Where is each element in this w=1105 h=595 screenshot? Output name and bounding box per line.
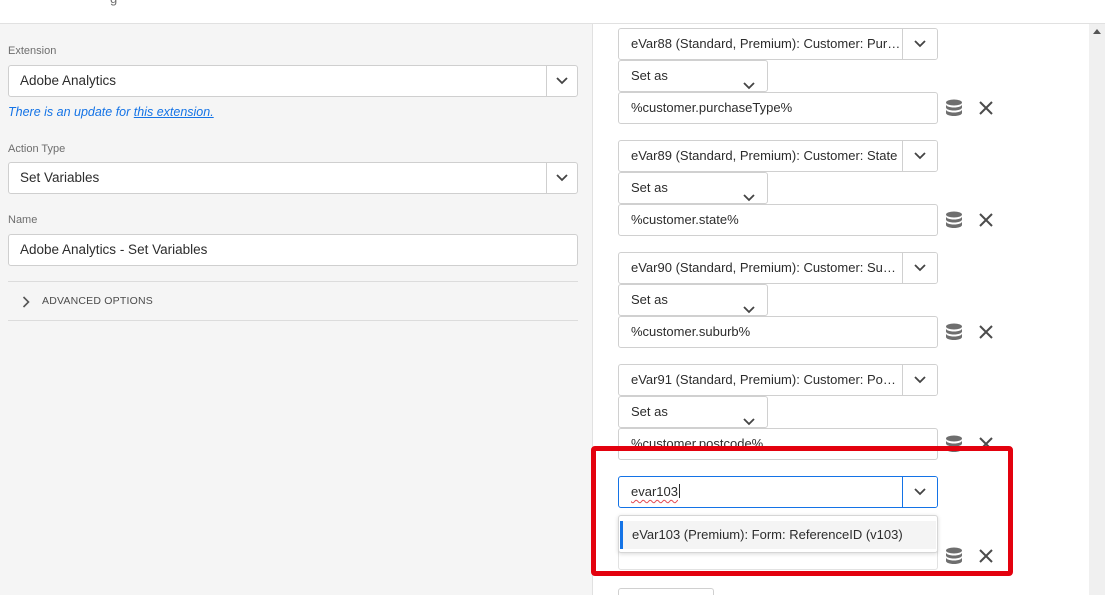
evar-select-value: eVar90 (Standard, Premium): Customer: Su… bbox=[631, 260, 901, 275]
chevron-down-icon[interactable] bbox=[546, 163, 577, 193]
value-input[interactable]: %customer.state% bbox=[618, 204, 938, 236]
evar-search-value: evar103 bbox=[631, 484, 678, 499]
set-as-select[interactable]: Set as bbox=[618, 396, 768, 428]
text-caret bbox=[678, 484, 680, 498]
evar-select-value: eVar91 (Standard, Premium): Customer: Po… bbox=[631, 372, 901, 387]
value-text: %customer.purchaseType% bbox=[631, 100, 793, 115]
close-icon[interactable] bbox=[978, 324, 994, 340]
action-type-label: Action Type bbox=[8, 143, 66, 155]
evar-search-combobox[interactable]: evar103 bbox=[618, 476, 938, 508]
action-type-value: Set Variables bbox=[20, 170, 100, 185]
evar-select[interactable]: eVar91 (Standard, Premium): Customer: Po… bbox=[618, 364, 938, 396]
data-element-icon[interactable] bbox=[945, 99, 963, 117]
evar-select[interactable]: eVar89 (Standard, Premium): Customer: St… bbox=[618, 140, 938, 172]
extension-select[interactable]: Adobe Analytics bbox=[8, 65, 578, 97]
chevron-down-icon[interactable] bbox=[902, 29, 937, 59]
scrollbar[interactable] bbox=[1089, 24, 1105, 595]
data-element-icon[interactable] bbox=[945, 211, 963, 229]
data-element-icon[interactable] bbox=[945, 323, 963, 341]
evar-select[interactable]: eVar90 (Standard, Premium): Customer: Su… bbox=[618, 252, 938, 284]
chevron-right-icon bbox=[22, 295, 30, 313]
chevron-down-icon[interactable] bbox=[902, 253, 937, 283]
chevron-down-icon[interactable] bbox=[546, 66, 577, 96]
set-as-value: Set as bbox=[631, 180, 668, 195]
set-as-select[interactable]: Set as bbox=[618, 172, 768, 204]
value-text: %customer.suburb% bbox=[631, 324, 751, 339]
set-as-value: Set as bbox=[631, 68, 668, 83]
value-input[interactable]: %customer.postcode% bbox=[618, 428, 938, 460]
value-input[interactable]: %customer.suburb% bbox=[618, 316, 938, 348]
name-input[interactable]: Adobe Analytics - Set Variables bbox=[8, 234, 578, 266]
evar-select-value: eVar89 (Standard, Premium): Customer: St… bbox=[631, 148, 898, 163]
add-another-button[interactable] bbox=[618, 588, 714, 595]
chevron-down-icon[interactable] bbox=[902, 365, 937, 395]
dropdown-option[interactable]: eVar103 (Premium): Form: ReferenceID (v1… bbox=[620, 521, 936, 549]
left-panel: Extension Adobe Analytics There is an up… bbox=[0, 24, 593, 595]
scroll-up-arrow-icon[interactable] bbox=[1093, 29, 1101, 34]
breadcrumb: g bbox=[110, 0, 117, 6]
value-text: %customer.postcode% bbox=[631, 436, 764, 451]
update-notice-text: There is an update for bbox=[8, 105, 134, 119]
value-text: %customer.state% bbox=[631, 212, 739, 227]
close-icon[interactable] bbox=[978, 436, 994, 452]
evar-select-value: eVar88 (Standard, Premium): Customer: Pu… bbox=[631, 36, 901, 51]
advanced-options-toggle[interactable]: ADVANCED OPTIONS bbox=[8, 281, 578, 321]
evar-select[interactable]: eVar88 (Standard, Premium): Customer: Pu… bbox=[618, 28, 938, 60]
evar-options-dropdown: eVar103 (Premium): Form: ReferenceID (v1… bbox=[618, 515, 938, 553]
extension-value: Adobe Analytics bbox=[20, 73, 117, 88]
name-label: Name bbox=[8, 214, 38, 226]
extension-label: Extension bbox=[8, 45, 57, 57]
top-bar: g bbox=[0, 0, 1105, 24]
data-element-icon[interactable] bbox=[945, 547, 963, 565]
name-value: Adobe Analytics - Set Variables bbox=[20, 242, 208, 257]
data-element-icon[interactable] bbox=[945, 435, 963, 453]
action-type-select[interactable]: Set Variables bbox=[8, 162, 578, 194]
close-icon[interactable] bbox=[978, 548, 994, 564]
close-icon[interactable] bbox=[978, 212, 994, 228]
close-icon[interactable] bbox=[978, 100, 994, 116]
set-as-value: Set as bbox=[631, 292, 668, 307]
chevron-down-icon[interactable] bbox=[902, 477, 937, 507]
advanced-options-label: ADVANCED OPTIONS bbox=[42, 295, 153, 307]
set-as-select[interactable]: Set as bbox=[618, 60, 768, 92]
update-extension-link[interactable]: this extension. bbox=[134, 105, 214, 119]
set-as-value: Set as bbox=[631, 404, 668, 419]
chevron-down-icon[interactable] bbox=[902, 141, 937, 171]
set-as-select[interactable]: Set as bbox=[618, 284, 768, 316]
update-notice: There is an update for this extension. bbox=[8, 105, 214, 119]
value-input[interactable]: %customer.purchaseType% bbox=[618, 92, 938, 124]
